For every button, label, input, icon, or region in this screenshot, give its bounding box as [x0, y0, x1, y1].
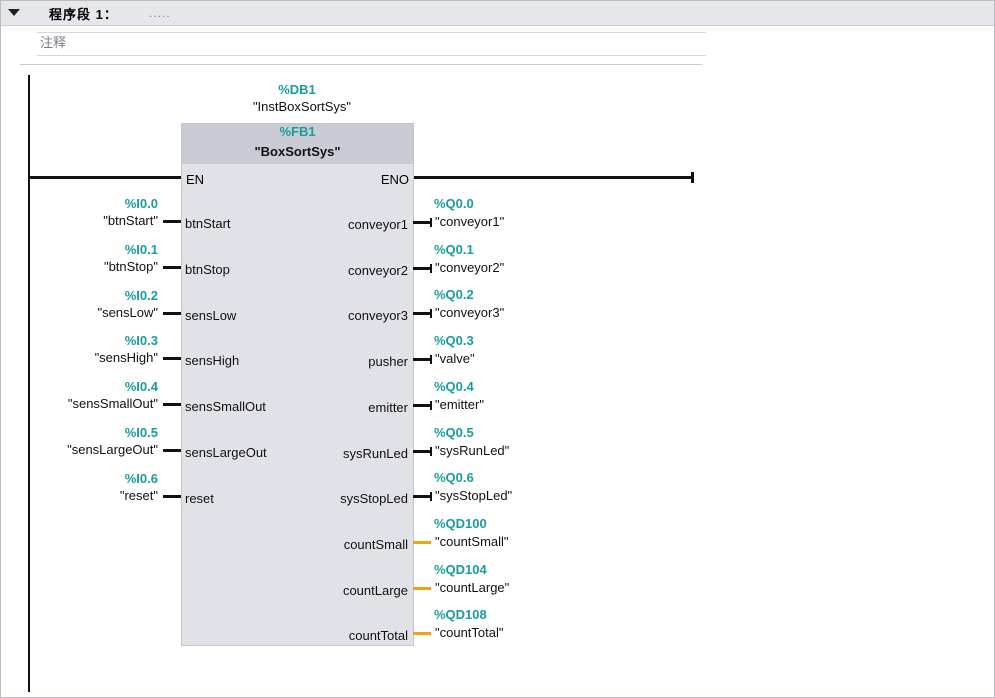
output-wire-end — [430, 355, 432, 364]
output-pin-label: emitter — [368, 400, 408, 415]
function-block-header: %FB1 "BoxSortSys" — [182, 124, 413, 164]
output-tag[interactable]: "countSmall" — [435, 534, 509, 549]
output-address[interactable]: %Q0.1 — [434, 242, 474, 257]
input-tag[interactable]: "btnStart" — [103, 213, 158, 228]
pin-en: EN — [186, 172, 205, 187]
triangle-down-icon[interactable] — [8, 9, 20, 16]
output-tag[interactable]: "countTotal" — [435, 625, 504, 640]
input-pin-label: btnStop — [185, 262, 230, 277]
instance-db-name[interactable]: "InstBoxSortSys" — [197, 99, 407, 114]
output-wire-end — [430, 218, 432, 227]
output-tag[interactable]: "countLarge" — [435, 580, 509, 595]
input-pin-label: reset — [185, 491, 214, 506]
output-pin-label: conveyor3 — [348, 308, 408, 323]
input-tag[interactable]: "sensHigh" — [95, 350, 158, 365]
output-tag[interactable]: "sysRunLed" — [435, 443, 509, 458]
output-tag[interactable]: "sysStopLed" — [435, 488, 512, 503]
output-wire — [413, 587, 431, 590]
output-pin-label: sysRunLed — [342, 446, 408, 461]
output-wire — [413, 267, 431, 270]
output-address[interactable]: %Q0.6 — [434, 470, 474, 485]
comment-divider — [20, 64, 702, 65]
en-wire[interactable] — [30, 176, 182, 179]
output-wire-end — [430, 492, 432, 501]
output-pin-label: conveyor2 — [348, 263, 408, 278]
output-wire-end — [430, 401, 432, 410]
network-comment[interactable]: 注释 — [37, 32, 706, 56]
function-block-name[interactable]: "BoxSortSys" — [182, 144, 413, 159]
function-block[interactable]: %FB1 "BoxSortSys" EN ENO — [181, 123, 414, 646]
output-wire-end — [430, 447, 432, 456]
input-tag[interactable]: "sensSmallOut" — [68, 396, 158, 411]
output-wire — [413, 450, 431, 453]
output-wire — [413, 541, 431, 544]
output-tag[interactable]: "emitter" — [435, 397, 484, 412]
input-tag[interactable]: "sensLargeOut" — [67, 442, 158, 457]
power-rail — [28, 75, 30, 692]
input-tag[interactable]: "reset" — [120, 488, 158, 503]
output-address[interactable]: %QD100 — [434, 516, 487, 531]
input-address[interactable]: %I0.0 — [125, 196, 158, 211]
input-tag[interactable]: "sensLow" — [97, 305, 158, 320]
output-pin-label: countSmall — [343, 537, 408, 552]
instance-db-address[interactable]: %DB1 — [197, 82, 397, 97]
input-address[interactable]: %I0.3 — [125, 333, 158, 348]
output-wire — [413, 495, 431, 498]
output-wire — [413, 632, 431, 635]
output-pin-label: conveyor1 — [348, 217, 408, 232]
output-wire — [413, 404, 431, 407]
network-title[interactable]: 程序段 1： — [49, 4, 118, 23]
input-wire — [163, 403, 181, 406]
input-wire — [163, 357, 181, 360]
pin-eno: ENO — [380, 172, 409, 187]
output-pin-label: sysStopLed — [340, 491, 408, 506]
input-wire — [163, 312, 181, 315]
output-tag[interactable]: "conveyor3" — [435, 305, 504, 320]
input-address[interactable]: %I0.4 — [125, 379, 158, 394]
output-wire — [413, 221, 431, 224]
output-pin-label: countLarge — [342, 583, 408, 598]
input-pin-label: sensSmallOut — [185, 399, 266, 414]
output-address[interactable]: %Q0.5 — [434, 425, 474, 440]
eno-wire-end — [691, 172, 694, 183]
network-header[interactable]: 程序段 1： ..... — [1, 1, 994, 26]
output-address[interactable]: %Q0.2 — [434, 287, 474, 302]
output-address[interactable]: %Q0.0 — [434, 196, 474, 211]
input-pin-label: sensLow — [185, 308, 237, 323]
output-tag[interactable]: "conveyor2" — [435, 260, 504, 275]
output-wire — [413, 358, 431, 361]
output-address[interactable]: %QD108 — [434, 607, 487, 622]
input-wire — [163, 220, 181, 223]
input-pin-label: btnStart — [185, 216, 231, 231]
input-pin-label: sensLargeOut — [185, 445, 267, 460]
input-wire — [163, 495, 181, 498]
input-wire — [163, 449, 181, 452]
output-pin-label: pusher — [368, 354, 408, 369]
output-address[interactable]: %QD104 — [434, 562, 487, 577]
input-address[interactable]: %I0.5 — [125, 425, 158, 440]
network-title-placeholder[interactable]: ..... — [149, 6, 171, 20]
output-address[interactable]: %Q0.4 — [434, 379, 474, 394]
input-address[interactable]: %I0.1 — [125, 242, 158, 257]
input-wire — [163, 266, 181, 269]
output-wire-end — [430, 309, 432, 318]
input-address[interactable]: %I0.6 — [125, 471, 158, 486]
eno-wire[interactable] — [412, 176, 693, 179]
output-tag[interactable]: "conveyor1" — [435, 214, 504, 229]
input-tag[interactable]: "btnStop" — [104, 259, 158, 274]
output-wire — [413, 312, 431, 315]
input-pin-label: sensHigh — [185, 353, 240, 368]
input-address[interactable]: %I0.2 — [125, 288, 158, 303]
function-block-address: %FB1 — [279, 124, 316, 139]
output-tag[interactable]: "valve" — [435, 351, 475, 366]
output-wire-end — [430, 264, 432, 273]
output-pin-label: countTotal — [348, 628, 408, 643]
output-address[interactable]: %Q0.3 — [434, 333, 474, 348]
